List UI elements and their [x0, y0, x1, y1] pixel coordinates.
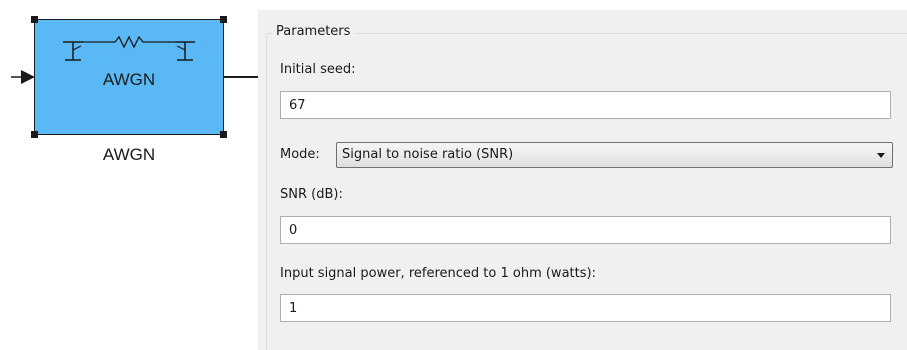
output-port-line [224, 76, 260, 78]
resize-handle-top-left[interactable] [31, 16, 38, 23]
awgn-block[interactable]: AWGN [31, 16, 227, 138]
resize-handle-bottom-right[interactable] [220, 131, 227, 138]
resize-handle-top-right[interactable] [220, 16, 227, 23]
input-power-label: Input signal power, referenced to 1 ohm … [280, 266, 596, 281]
input-port-arrow-icon[interactable] [11, 70, 35, 84]
mode-select-value: Signal to noise ratio (SNR) [342, 147, 514, 162]
resize-handle-bottom-left[interactable] [31, 131, 38, 138]
block-caption[interactable]: AWGN [34, 145, 224, 165]
mode-label: Mode: [280, 147, 320, 162]
initial-seed-field[interactable] [280, 91, 891, 119]
awgn-channel-icon [63, 35, 195, 61]
parameters-group-title: Parameters [272, 23, 355, 41]
mode-select[interactable]: Signal to noise ratio (SNR) [336, 142, 893, 168]
snr-label: SNR (dB): [280, 187, 343, 202]
model-canvas: AWGN AWGN [0, 0, 260, 350]
awgn-block-dialog: AWGN AWGN Parameters Initial seed: Mode:… [0, 0, 907, 350]
snr-field[interactable] [280, 216, 891, 244]
parameters-panel: Parameters Initial seed: Mode: Signal to… [258, 10, 907, 350]
chevron-down-icon[interactable] [877, 153, 885, 158]
input-power-field[interactable] [280, 294, 891, 322]
block-inner-label: AWGN [102, 70, 156, 89]
initial-seed-label: Initial seed: [280, 62, 356, 77]
